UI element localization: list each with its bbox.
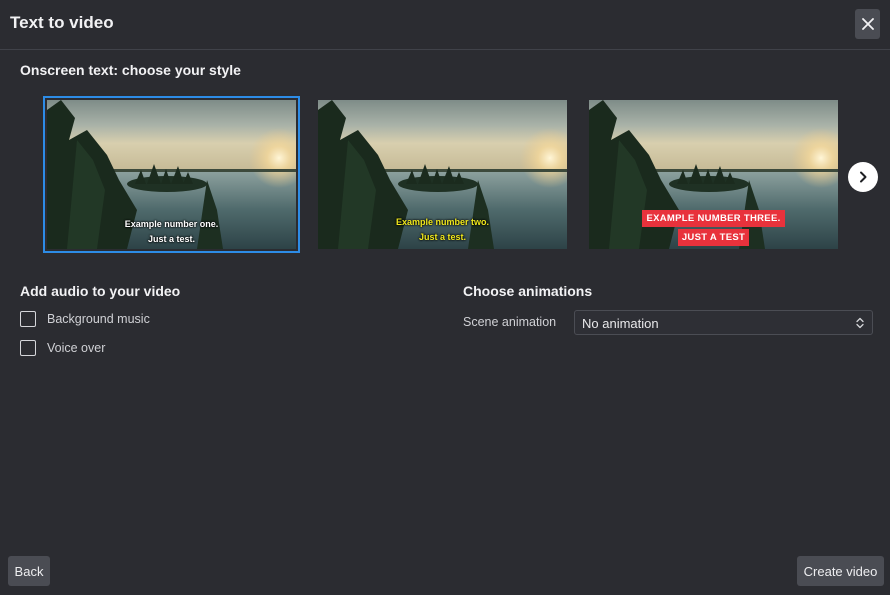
animations-section-title: Choose animations [463, 283, 593, 299]
back-button[interactable]: Back [8, 556, 50, 586]
background-music-checkbox[interactable] [20, 311, 36, 327]
close-button[interactable] [855, 9, 880, 39]
style-caption: Example number three. Just a test [589, 209, 838, 247]
updown-chevron-icon [856, 317, 864, 329]
voice-over-label: Voice over [47, 341, 106, 355]
scene-animation-label: Scene animation [463, 315, 557, 329]
close-icon [861, 18, 874, 30]
scene-animation-select[interactable]: No animation [574, 310, 873, 335]
dialog-title: Text to video [10, 13, 114, 32]
caption-line-2: Just a test. [147, 234, 196, 244]
caption-line-1: Example number three. [642, 210, 785, 227]
background-music-option[interactable]: Background music [20, 311, 150, 327]
styles-section-title: Onscreen text: choose your style [20, 62, 241, 78]
caption-line-1: Example number two. [395, 217, 490, 227]
next-styles-button[interactable] [848, 162, 878, 192]
caption-line-2: Just a test [677, 229, 750, 246]
style-caption: Example number two. Just a test. [318, 215, 567, 245]
create-video-button[interactable]: Create video [797, 556, 884, 586]
scene-animation-value: No animation [582, 316, 659, 331]
style-option-1[interactable]: Example number one. Just a test. [43, 96, 300, 253]
style-option-3[interactable]: Example number three. Just a test [589, 100, 838, 249]
dialog-header: Text to video [0, 0, 890, 50]
style-caption: Example number one. Just a test. [47, 217, 296, 247]
audio-section-title: Add audio to your video [20, 283, 181, 299]
background-music-label: Background music [47, 312, 150, 326]
voice-over-checkbox[interactable] [20, 340, 36, 356]
chevron-right-icon [860, 171, 867, 183]
style-option-2[interactable]: Example number two. Just a test. [318, 100, 567, 249]
caption-line-1: Example number one. [124, 219, 219, 229]
voice-over-option[interactable]: Voice over [20, 340, 105, 356]
caption-line-2: Just a test. [418, 232, 467, 242]
